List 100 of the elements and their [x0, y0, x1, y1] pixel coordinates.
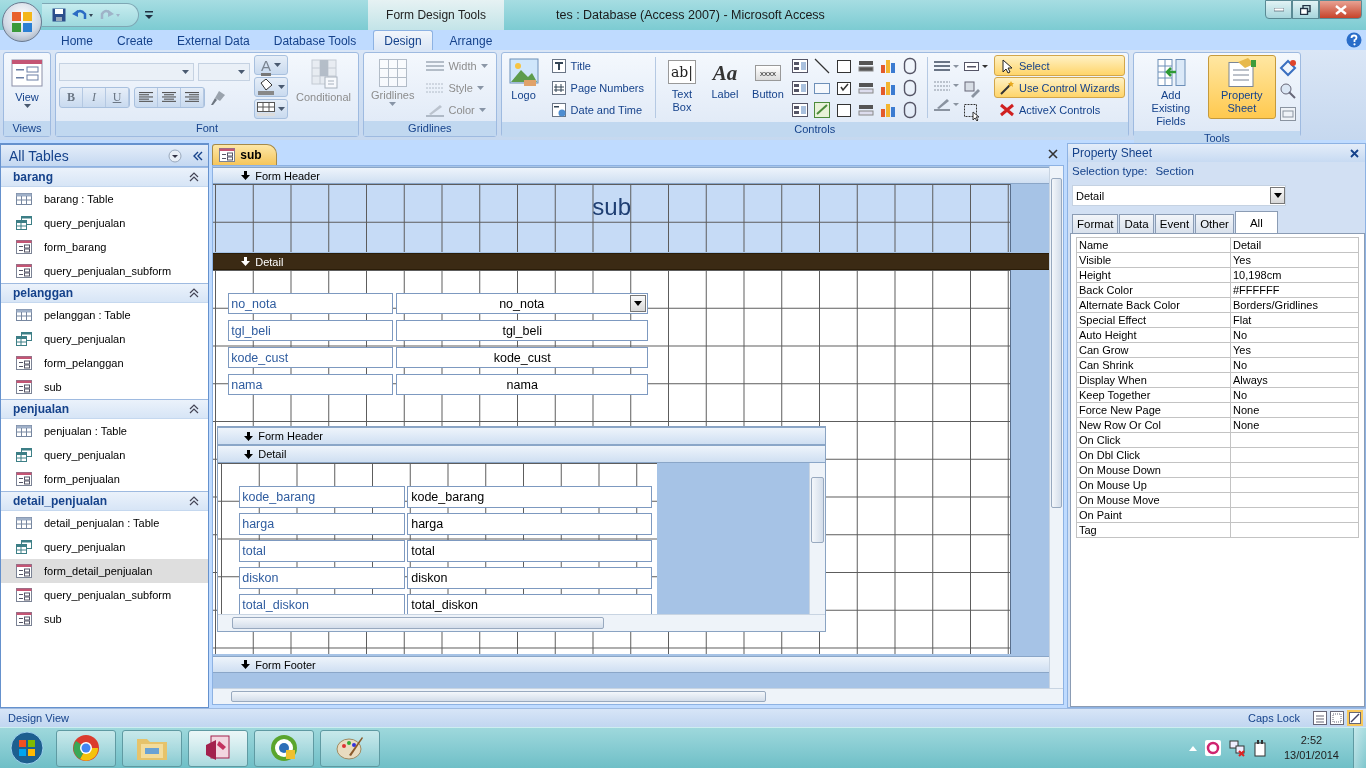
text-box[interactable]: kode_cust	[396, 347, 649, 368]
property-value-field[interactable]: #FFFFFF	[1231, 283, 1359, 298]
navigation-item[interactable]: query_penjualan	[1, 211, 209, 235]
section-bar[interactable]: Detail	[213, 253, 1049, 270]
section-bar[interactable]: Form Footer	[213, 656, 1049, 673]
horizontal-scrollbar[interactable]	[213, 688, 1063, 704]
navigation-group-header[interactable]: barang	[1, 167, 209, 187]
control-tool-icon[interactable]	[790, 79, 809, 97]
fill-color-button[interactable]	[254, 77, 288, 97]
control-tool-icon[interactable]	[812, 57, 831, 75]
field-label[interactable]: harga	[239, 513, 406, 535]
vertical-scrollbar[interactable]	[809, 463, 826, 614]
horizontal-scrollbar[interactable]	[218, 614, 826, 631]
text-box[interactable]: nama	[396, 374, 649, 395]
vertical-scrollbar[interactable]	[1049, 166, 1063, 688]
navigation-item[interactable]: query_penjualan	[1, 443, 209, 467]
control-toggle-button[interactable]: Use Control Wizards	[993, 77, 1125, 98]
view-button[interactable]: View	[7, 55, 47, 119]
navigation-pane-title[interactable]: All Tables	[9, 147, 165, 164]
field-label[interactable]: total	[239, 540, 406, 562]
field-label[interactable]: no_nota	[228, 293, 394, 314]
control-tool-button[interactable]: Aa Label	[704, 55, 745, 119]
field-label[interactable]: kode_barang	[239, 486, 406, 508]
navigation-group-header[interactable]: pelanggan	[1, 283, 209, 303]
navigation-group-header[interactable]: penjualan	[1, 399, 209, 419]
property-tab[interactable]: Event	[1154, 214, 1195, 233]
text-box[interactable]: kode_barang	[407, 486, 653, 508]
form-title-label[interactable]: sub	[592, 193, 632, 221]
text-box[interactable]: total_diskon	[407, 594, 653, 616]
field-label[interactable]: nama	[228, 374, 394, 395]
undo-icon[interactable]	[72, 8, 94, 22]
navigation-group-header[interactable]: detail_penjualan	[1, 491, 209, 511]
document-tab[interactable]: sub	[212, 144, 277, 165]
property-value-field[interactable]: None	[1231, 403, 1359, 418]
property-tab[interactable]: Other	[1195, 214, 1234, 233]
property-tab[interactable]: Format	[1072, 214, 1119, 233]
taskbar-button[interactable]	[188, 729, 248, 767]
navigation-item[interactable]: detail_penjualan : Table	[1, 511, 209, 535]
field-label[interactable]: kode_cust	[228, 347, 394, 368]
combo-box[interactable]: no_nota	[396, 293, 649, 314]
convert-macros-icon[interactable]	[1278, 105, 1297, 123]
section-bar[interactable]: Detail	[218, 445, 826, 463]
font-name-field[interactable]	[59, 63, 194, 81]
text-box[interactable]: harga	[407, 513, 653, 535]
ribbon-tab[interactable]: Database Tools	[262, 30, 368, 50]
dropdown-icon[interactable]	[168, 148, 183, 163]
property-value-field[interactable]: No	[1231, 358, 1359, 373]
customize-toolbar-icon[interactable]	[145, 10, 153, 20]
line-color-icon[interactable]	[933, 97, 960, 111]
field-label[interactable]: total_diskon	[239, 594, 406, 616]
close-icon[interactable]	[1350, 148, 1359, 158]
control-tool-icon[interactable]	[834, 57, 853, 75]
control-tool-icon[interactable]	[834, 79, 853, 97]
network-icon[interactable]	[1227, 739, 1246, 757]
taskbar-button[interactable]	[56, 729, 116, 767]
select-region-icon[interactable]	[962, 103, 981, 121]
tab-order-icon[interactable]	[1278, 59, 1297, 77]
control-tool-icon[interactable]	[790, 57, 809, 75]
design-view-icon[interactable]	[1347, 710, 1363, 726]
control-toggle-button[interactable]: ActiveX Controls	[993, 99, 1125, 120]
property-tab[interactable]: Data	[1119, 214, 1154, 233]
property-value-field[interactable]	[1231, 448, 1359, 463]
navigation-item[interactable]: penjualan : Table	[1, 419, 209, 443]
navigation-item[interactable]: sub	[1, 375, 209, 399]
control-tool-icon[interactable]	[834, 101, 853, 119]
navigation-item[interactable]: form_barang	[1, 235, 209, 259]
taskbar-button[interactable]	[320, 729, 380, 767]
close-button[interactable]	[1319, 0, 1362, 19]
office-button[interactable]	[2, 2, 42, 42]
navigation-item[interactable]: query_penjualan_subform	[1, 259, 209, 283]
format-button[interactable]: I	[83, 88, 106, 107]
taskbar-button[interactable]	[254, 729, 314, 767]
property-value-field[interactable]	[1231, 523, 1359, 538]
collapse-pane-icon[interactable]	[192, 149, 205, 162]
ribbon-tab[interactable]: Create	[106, 30, 165, 50]
line-thickness-icon[interactable]	[933, 59, 960, 73]
property-value-field[interactable]: Detail	[1231, 238, 1359, 253]
format-button[interactable]: U	[106, 88, 129, 107]
object-selector-dropdown[interactable]: Detail	[1072, 185, 1286, 206]
property-value-field[interactable]: Yes	[1231, 253, 1359, 268]
property-value-field[interactable]	[1231, 493, 1359, 508]
form-view-icon[interactable]	[1313, 711, 1327, 725]
property-value-field[interactable]	[1231, 463, 1359, 478]
property-tab[interactable]: All	[1234, 211, 1278, 233]
format-painter-icon[interactable]	[209, 88, 227, 107]
property-value-field[interactable]: None	[1231, 418, 1359, 433]
tray-app-icon[interactable]	[1203, 739, 1222, 757]
logo-button[interactable]: Logo	[504, 55, 543, 119]
property-value-field[interactable]: Borders/Gridlines	[1231, 298, 1359, 313]
clock-date[interactable]: 13/01/2014	[1283, 748, 1339, 763]
property-value-field[interactable]	[1231, 433, 1359, 448]
gridlines-style-button[interactable]	[254, 99, 288, 119]
section-bar[interactable]: Form Header	[213, 167, 1049, 184]
close-icon[interactable]	[1048, 149, 1058, 159]
help-icon[interactable]	[1346, 32, 1362, 48]
text-box[interactable]: tgl_beli	[396, 320, 649, 341]
property-value-field[interactable]: Yes	[1231, 343, 1359, 358]
property-value-field[interactable]	[1231, 508, 1359, 523]
subform-control[interactable]: Form Header Detail kode_barang kode_barang harga harga total total diskon diskon total_diskon total_diskon	[217, 426, 827, 632]
text-box[interactable]: diskon	[407, 567, 653, 589]
